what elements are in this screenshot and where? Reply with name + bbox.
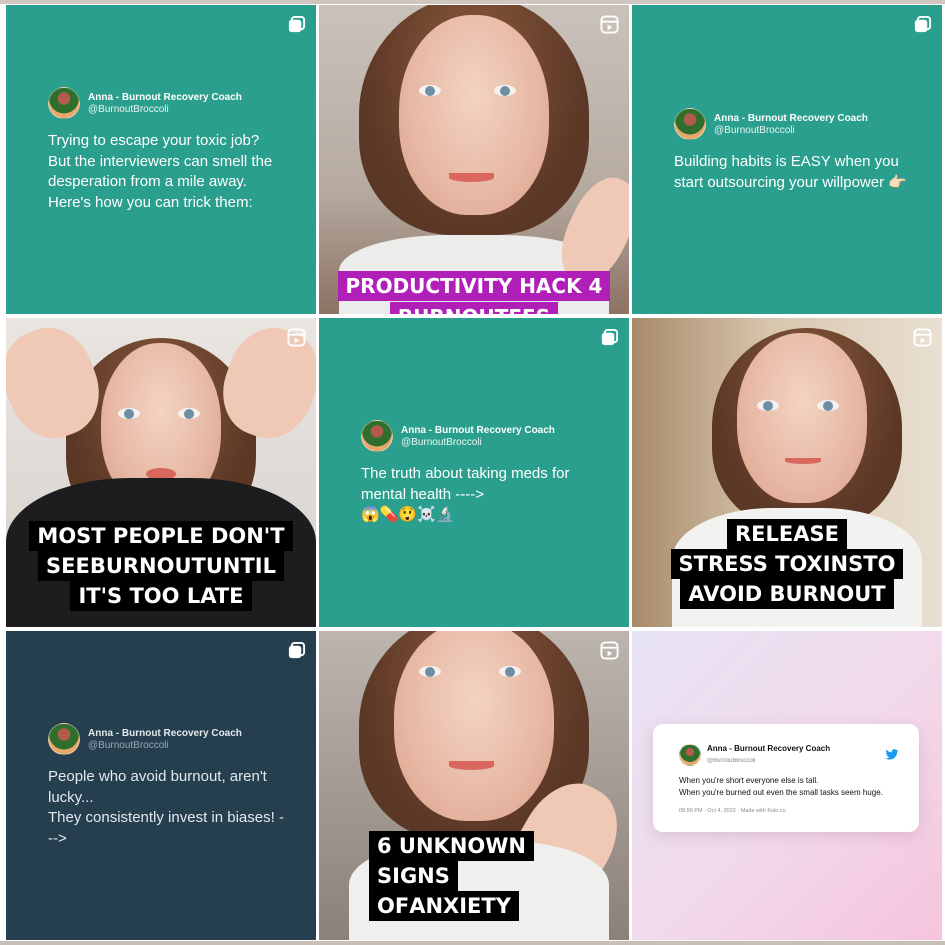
avatar — [674, 108, 706, 140]
tweet-card: Anna - Burnout Recovery Coach @BurnoutBr… — [674, 108, 912, 193]
author-handle: @BurnoutBroccoli — [707, 758, 756, 764]
caption-line: SEE BURNOUT UNTIL — [37, 551, 285, 581]
author-handle: @BurnoutBroccoli — [88, 739, 169, 751]
reel-caption: 6 UNKNOWN SIGNS OF ANXIETY — [369, 831, 629, 921]
tweet-meta: 08:56 PM · Oct 4, 2022 · Made with Kolo.… — [679, 808, 786, 814]
tweet-text: Trying to escape your toxic job? But the… — [48, 132, 273, 211]
reel-caption: PRODUCTIVITY HACK 4 BURNOUTEES — [319, 271, 629, 314]
post-tile-4[interactable]: MOST PEOPLE DON'T SEE BURNOUT UNTIL IT'S… — [6, 318, 316, 627]
post-tile-2[interactable]: PRODUCTIVITY HACK 4 BURNOUTEES — [319, 5, 629, 314]
profile-post-grid: Anna - Burnout Recovery Coach @BurnoutBr… — [0, 0, 945, 945]
author-handle: @BurnoutBroccoli — [714, 124, 795, 136]
author-handle: @BurnoutBroccoli — [88, 103, 169, 115]
caption-line: BURNOUTEES — [389, 302, 559, 314]
twitter-bird-icon — [885, 749, 899, 760]
caption-text: UNTIL — [205, 554, 277, 578]
avatar — [48, 723, 80, 755]
carousel-icon — [914, 15, 932, 33]
eye — [817, 400, 839, 411]
caption-text: OF — [377, 894, 410, 918]
avatar — [361, 420, 393, 452]
eye — [757, 400, 779, 411]
caption-line: SIGNS — [369, 861, 458, 891]
caption-line: AVOID BURNOUT — [680, 579, 894, 609]
tweet-card: Anna - Burnout Recovery Coach @BurnoutBr… — [361, 420, 599, 526]
carousel-icon — [288, 641, 306, 659]
eye — [178, 408, 200, 419]
post-tile-6[interactable]: RELEASE STRESS TOXINS TO AVOID BURNOUT — [632, 318, 942, 627]
eye — [499, 666, 521, 677]
carousel-icon — [601, 328, 619, 346]
caption-highlight: BURNOUT — [89, 554, 206, 578]
author-name: Anna - Burnout Recovery Coach — [401, 424, 555, 436]
eye — [494, 85, 516, 96]
tweet-text: When you're short everyone else is tall.… — [679, 776, 883, 797]
reel-icon — [913, 328, 932, 347]
post-tile-1[interactable]: Anna - Burnout Recovery Coach @BurnoutBr… — [6, 5, 316, 314]
carousel-icon — [288, 15, 306, 33]
tweet-card: Anna - Burnout Recovery Coach @BurnoutBr… — [48, 723, 286, 849]
tweet-card: Anna - Burnout Recovery Coach @BurnoutBr… — [653, 724, 919, 832]
post-tile-5[interactable]: Anna - Burnout Recovery Coach @BurnoutBr… — [319, 318, 629, 627]
author-name: Anna - Burnout Recovery Coach — [714, 112, 868, 124]
face — [737, 333, 867, 503]
reel-caption: RELEASE STRESS TOXINS TO AVOID BURNOUT — [632, 519, 942, 609]
reel-icon — [600, 641, 619, 660]
mouth — [449, 761, 494, 770]
author-name: Anna - Burnout Recovery Coach — [707, 744, 831, 753]
post-tile-9[interactable]: Anna - Burnout Recovery Coach @BurnoutBr… — [632, 631, 942, 940]
post-tile-3[interactable]: Anna - Burnout Recovery Coach @BurnoutBr… — [632, 5, 942, 314]
mouth — [785, 458, 821, 464]
face — [399, 15, 549, 215]
caption-line: IT'S TOO LATE — [70, 581, 252, 611]
mouth — [449, 173, 494, 182]
tweet-text: Building habits is EASY when you start o… — [674, 153, 907, 191]
caption-line: MOST PEOPLE DON'T — [29, 521, 293, 551]
caption-line: PRODUCTIVITY HACK 4 — [337, 271, 611, 301]
post-tile-8[interactable]: 6 UNKNOWN SIGNS OF ANXIETY — [319, 631, 629, 940]
author-name: Anna - Burnout Recovery Coach — [88, 91, 242, 103]
caption-line: OF ANXIETY — [369, 891, 519, 921]
caption-highlight: STRESS TOXINS — [678, 552, 864, 576]
eye — [419, 666, 441, 677]
reel-caption: MOST PEOPLE DON'T SEE BURNOUT UNTIL IT'S… — [6, 521, 316, 611]
eye — [419, 85, 441, 96]
reel-icon — [287, 328, 306, 347]
caption-text: SEE — [45, 554, 90, 578]
caption-line: 6 UNKNOWN — [369, 831, 534, 861]
tweet-text: The truth about taking meds for mental h… — [361, 465, 570, 523]
author-handle: @BurnoutBroccoli — [401, 436, 482, 448]
caption-line: STRESS TOXINS TO — [670, 549, 904, 579]
tweet-text: People who avoid burnout, aren't lucky..… — [48, 768, 284, 847]
caption-line: RELEASE — [727, 519, 847, 549]
caption-text: TO — [863, 552, 896, 576]
face — [394, 631, 554, 821]
next-row-edge — [0, 941, 945, 945]
post-tile-7[interactable]: Anna - Burnout Recovery Coach @BurnoutBr… — [6, 631, 316, 940]
avatar — [679, 743, 701, 766]
reel-icon — [600, 15, 619, 34]
avatar — [48, 87, 80, 119]
tweet-card: Anna - Burnout Recovery Coach @BurnoutBr… — [48, 87, 286, 213]
caption-highlight: ANXIETY — [409, 894, 511, 918]
eye — [118, 408, 140, 419]
author-name: Anna - Burnout Recovery Coach — [88, 727, 242, 739]
